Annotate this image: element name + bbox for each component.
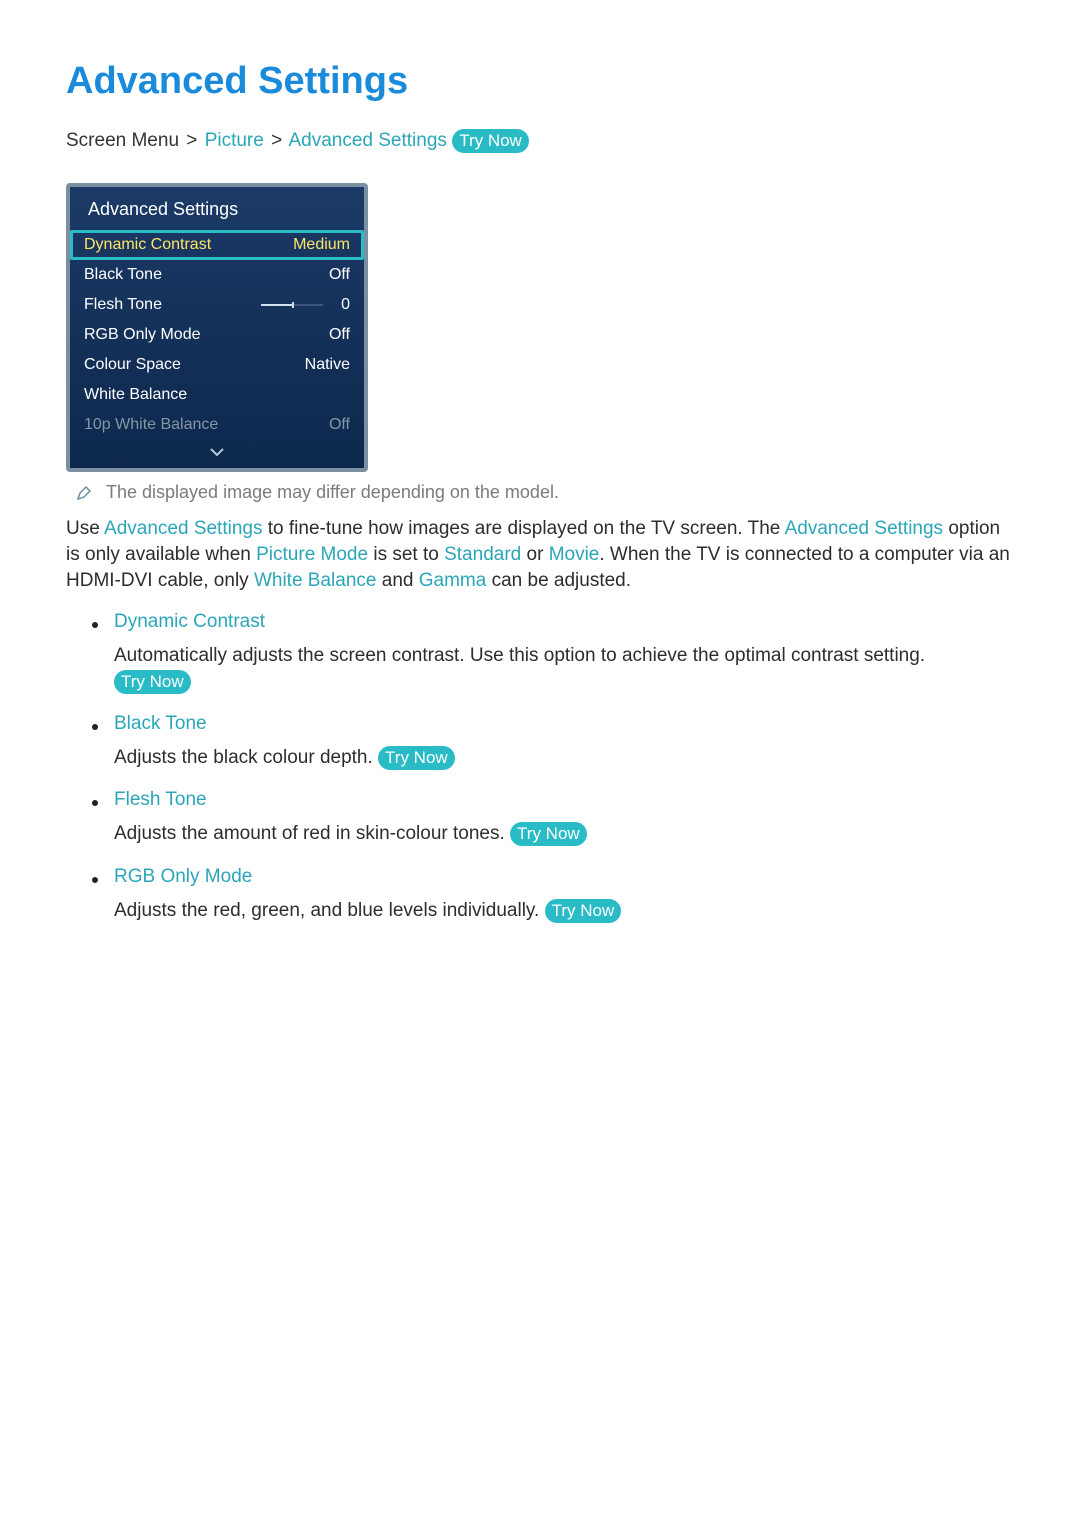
osd-value: Off: [329, 416, 350, 434]
note-text: The displayed image may differ depending…: [106, 482, 559, 503]
pencil-icon: [76, 485, 92, 506]
term-picture-mode: Picture Mode: [256, 544, 368, 565]
osd-label: Dynamic Contrast: [84, 236, 211, 254]
text: is set to: [368, 544, 444, 565]
breadcrumb-separator: >: [186, 130, 197, 151]
intro-paragraph: Use Advanced Settings to fine-tune how i…: [66, 516, 1014, 595]
osd-slider[interactable]: 0: [261, 296, 350, 314]
feature-flesh-tone: Flesh Tone Adjusts the amount of red in …: [92, 789, 1014, 847]
osd-row-colour-space[interactable]: Colour Space Native: [70, 350, 364, 380]
text: Use: [66, 518, 104, 539]
osd-value: Native: [305, 356, 350, 374]
text: or: [521, 544, 548, 565]
feature-title: Flesh Tone: [114, 789, 1014, 811]
osd-title: Advanced Settings: [70, 187, 364, 230]
slider-track: [261, 304, 323, 306]
osd-value: Medium: [293, 236, 350, 254]
osd-value: 0: [341, 296, 350, 314]
term-standard: Standard: [444, 544, 521, 565]
page-title: Advanced Settings: [66, 60, 1014, 103]
osd-value: Off: [329, 326, 350, 344]
try-now-badge[interactable]: Try Now: [378, 746, 455, 770]
osd-label: Black Tone: [84, 266, 162, 284]
text: and: [376, 570, 418, 591]
feature-dynamic-contrast: Dynamic Contrast Automatically adjusts t…: [92, 611, 1014, 695]
slider-thumb: [292, 302, 294, 308]
feature-title: Black Tone: [114, 713, 1014, 735]
osd-row-black-tone[interactable]: Black Tone Off: [70, 260, 364, 290]
try-now-badge[interactable]: Try Now: [114, 670, 191, 694]
feature-body: Adjusts the black colour depth. Try Now: [114, 745, 1014, 771]
breadcrumb-advanced-settings: Advanced Settings: [288, 130, 446, 151]
feature-body: Adjusts the amount of red in skin-colour…: [114, 821, 1014, 847]
osd-label: Colour Space: [84, 356, 181, 374]
note: The displayed image may differ depending…: [76, 482, 1014, 506]
osd-label: Flesh Tone: [84, 296, 162, 314]
breadcrumb-root: Screen Menu: [66, 130, 179, 151]
feature-black-tone: Black Tone Adjusts the black colour dept…: [92, 713, 1014, 771]
feature-list: Dynamic Contrast Automatically adjusts t…: [92, 611, 1014, 924]
breadcrumb-picture: Picture: [205, 130, 264, 151]
feature-body: Automatically adjusts the screen contras…: [114, 643, 1014, 695]
text: to fine-tune how images are displayed on…: [262, 518, 784, 539]
feature-rgb-only: RGB Only Mode Adjusts the red, green, an…: [92, 866, 1014, 924]
breadcrumb: Screen Menu > Picture > Advanced Setting…: [66, 129, 1014, 153]
term-movie: Movie: [549, 544, 600, 565]
text: Adjusts the black colour depth.: [114, 747, 378, 768]
chevron-down-icon: [209, 447, 225, 457]
term-gamma: Gamma: [419, 570, 487, 591]
text: can be adjusted.: [486, 570, 631, 591]
osd-value: Off: [329, 266, 350, 284]
term-white-balance: White Balance: [254, 570, 377, 591]
feature-body: Adjusts the red, green, and blue levels …: [114, 898, 1014, 924]
text: Adjusts the red, green, and blue levels …: [114, 900, 545, 921]
osd-label: White Balance: [84, 386, 187, 404]
osd-panel: Advanced Settings Dynamic Contrast Mediu…: [66, 183, 368, 472]
osd-row-white-balance[interactable]: White Balance: [70, 380, 364, 410]
try-now-badge[interactable]: Try Now: [510, 822, 587, 846]
osd-label: 10p White Balance: [84, 416, 218, 434]
osd-row-dynamic-contrast[interactable]: Dynamic Contrast Medium: [70, 230, 364, 260]
osd-row-10p-white-balance: 10p White Balance Off: [70, 410, 364, 440]
term-advanced-settings: Advanced Settings: [104, 518, 262, 539]
text: Automatically adjusts the screen contras…: [114, 645, 925, 666]
breadcrumb-separator: >: [271, 130, 282, 151]
osd-row-flesh-tone[interactable]: Flesh Tone 0: [70, 290, 364, 320]
try-now-badge[interactable]: Try Now: [545, 899, 622, 923]
osd-row-rgb-only[interactable]: RGB Only Mode Off: [70, 320, 364, 350]
feature-title: RGB Only Mode: [114, 866, 1014, 888]
term-advanced-settings: Advanced Settings: [785, 518, 943, 539]
text: Adjusts the amount of red in skin-colour…: [114, 823, 510, 844]
feature-title: Dynamic Contrast: [114, 611, 1014, 633]
osd-label: RGB Only Mode: [84, 326, 200, 344]
osd-scroll-down[interactable]: [70, 440, 364, 468]
try-now-badge[interactable]: Try Now: [452, 129, 529, 153]
